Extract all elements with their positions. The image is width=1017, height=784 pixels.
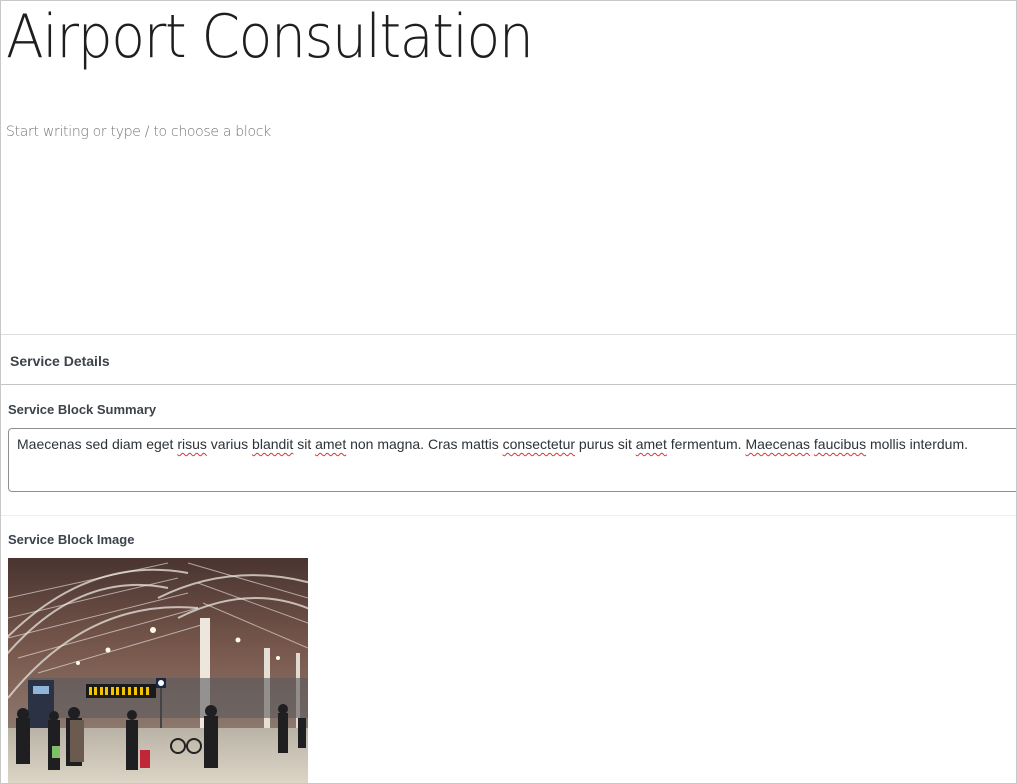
editor-canvas: Airport Consultation Start writing or ty… (0, 0, 1017, 784)
block-appender-placeholder[interactable]: Start writing or type / to choose a bloc… (6, 124, 271, 140)
service-block-summary-textarea[interactable]: Maecenas sed diam eget risus varius blan… (8, 428, 1016, 492)
metabox-header[interactable]: Service Details (1, 335, 1016, 385)
service-block-summary-label: Service Block Summary (8, 402, 157, 417)
post-title[interactable]: Airport Consultation (6, 1, 534, 73)
service-details-metabox: Service Details (1, 334, 1016, 385)
service-block-image-field: Service Block Image (1, 516, 1016, 784)
service-block-image-preview[interactable] (8, 558, 308, 784)
metabox-title: Service Details (10, 353, 110, 369)
service-block-image-label: Service Block Image (8, 532, 135, 547)
service-block-summary-field: Service Block Summary Maecenas sed diam … (1, 385, 1016, 516)
